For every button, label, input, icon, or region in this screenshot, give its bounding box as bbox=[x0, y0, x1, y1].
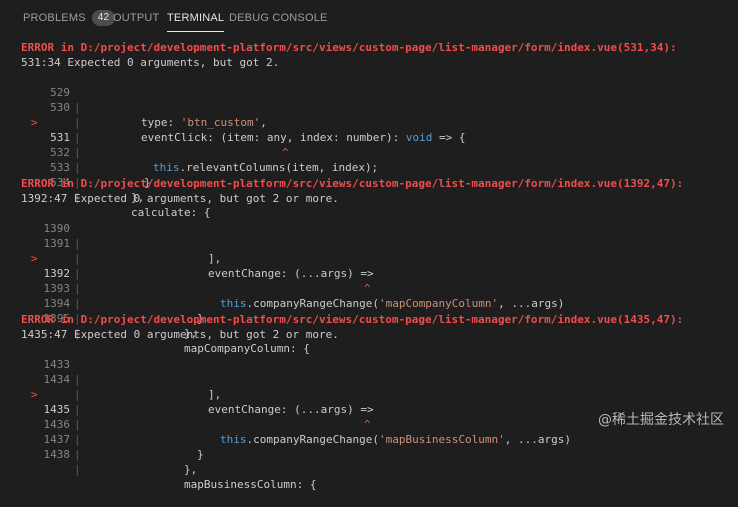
code-line: 1391 | eventChange: (...args) => bbox=[0, 221, 738, 280]
tab-problems[interactable]: PROBLEMS 42 bbox=[23, 0, 116, 36]
code-line: 1433 | ], bbox=[0, 342, 738, 401]
code-line: 1434 | eventChange: (...args) => bbox=[0, 357, 738, 416]
problems-count-badge: 42 bbox=[91, 10, 116, 26]
code-line: 1395 | mapCompanyColumn: { bbox=[0, 296, 738, 355]
caret-line: | ^ bbox=[0, 251, 738, 295]
panel-tab-bar: PROBLEMS 42 OUTPUT TERMINAL DEBUG CONSOL… bbox=[0, 0, 738, 36]
code-line: 534 | calculate: { bbox=[0, 160, 738, 219]
code-line: 530 | eventClick: (item: any, index: num… bbox=[0, 85, 738, 144]
code-line-highlighted: > 1392 | this.companyRangeChange('mapCom… bbox=[0, 236, 738, 310]
watermark: @稀土掘金技术社区 bbox=[598, 412, 724, 428]
caret-line: | ^ bbox=[0, 115, 738, 159]
code-text: }, bbox=[184, 463, 198, 476]
caret-line: | ^ bbox=[0, 387, 738, 431]
code-line-highlighted: > 1435 | this.companyRangeChange('mapBus… bbox=[0, 372, 738, 446]
tab-output[interactable]: OUTPUT bbox=[113, 0, 159, 36]
error-header: ERROR in D:/project/development-platform… bbox=[21, 177, 684, 190]
code-line: 1390 | ], bbox=[0, 206, 738, 265]
error-header: ERROR in D:/project/development-platform… bbox=[21, 313, 684, 326]
error-message: 1435:47 Expected 0 arguments, but got 2 … bbox=[21, 328, 339, 341]
terminal-output[interactable]: ERROR in D:/project/development-platform… bbox=[0, 40, 738, 491]
tab-terminal-label: TERMINAL bbox=[167, 12, 225, 24]
gutter-bar: | bbox=[74, 463, 81, 476]
tab-problems-label: PROBLEMS bbox=[23, 12, 86, 24]
code-line-highlighted: > 531 | this.relevantColumns(item, index… bbox=[0, 100, 738, 174]
code-line: 529 | type: 'btn_custom', bbox=[0, 70, 738, 129]
code-text: } bbox=[197, 448, 204, 461]
code-line: 532 | } bbox=[0, 130, 738, 189]
code-line: 533 | }, bbox=[0, 145, 738, 204]
code-text: mapBusinessColumn: { bbox=[184, 478, 317, 491]
gutter-bar: | bbox=[74, 448, 81, 461]
tab-debug-console[interactable]: DEBUG CONSOLE bbox=[229, 0, 328, 36]
code-line: 1393 | } bbox=[0, 266, 738, 325]
code-line: 1438 | mapBusinessColumn: { bbox=[0, 432, 738, 491]
tab-terminal[interactable]: TERMINAL bbox=[167, 0, 225, 36]
error-message: 531:34 Expected 0 arguments, but got 2. bbox=[21, 56, 280, 69]
error-header: ERROR in D:/project/development-platform… bbox=[21, 41, 677, 54]
error-message: 1392:47 Expected 0 arguments, but got 2 … bbox=[21, 192, 339, 205]
tab-debug-console-label: DEBUG CONSOLE bbox=[229, 12, 328, 24]
tab-output-label: OUTPUT bbox=[113, 12, 160, 24]
line-number: 1438 bbox=[43, 448, 71, 461]
code-line: 1394 | }, bbox=[0, 281, 738, 340]
